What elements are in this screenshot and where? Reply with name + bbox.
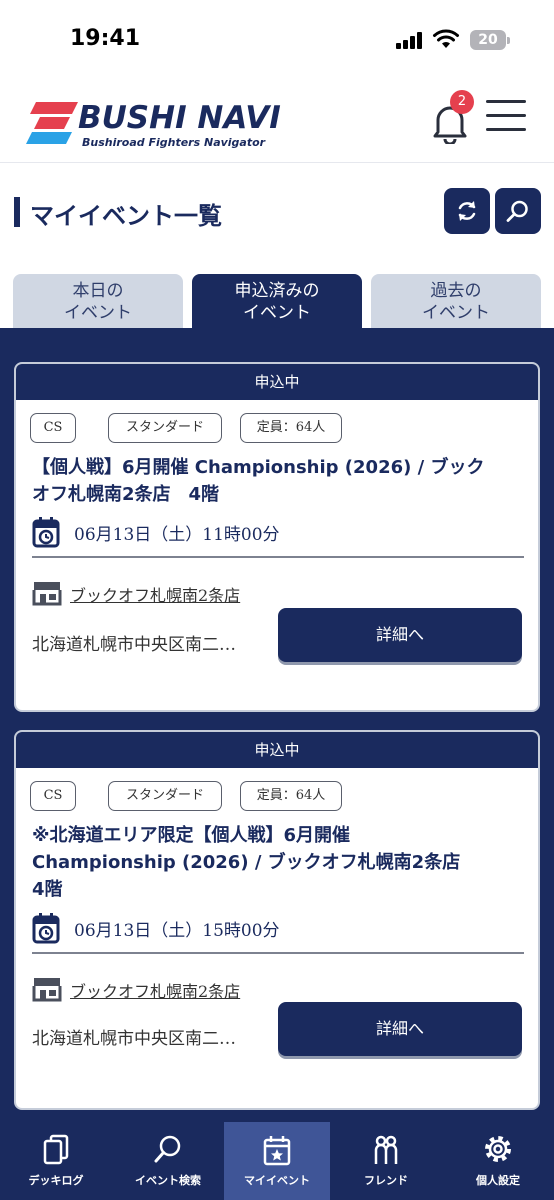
logo-mark-icon	[26, 102, 78, 144]
nav-label: デッキログ	[28, 1174, 84, 1187]
search-button[interactable]	[495, 188, 541, 234]
event-datetime-text: 06月13日（土）15時00分	[74, 921, 280, 941]
hamburger-menu-icon[interactable]	[486, 96, 528, 136]
tag-capacity: 定員：64人	[240, 781, 342, 811]
calendar-clock-icon	[32, 913, 60, 944]
battery-level: 20	[478, 32, 498, 48]
status-time: 19:41	[70, 26, 141, 51]
bottom-navigation: デッキログ イベント検索 マイイベント フレンド 個人設定	[0, 1122, 554, 1200]
refresh-button[interactable]	[444, 188, 490, 234]
friends-icon	[374, 1135, 398, 1164]
battery-icon: 20	[470, 30, 510, 50]
event-title-line: 【個人戦】6月開催 Championship (2026) / ブック	[32, 457, 485, 478]
card-status-header: 申込中	[16, 732, 538, 768]
app-header: BUSHI NAVI Bushiroad Fighters Navigator …	[0, 80, 554, 162]
tag-capacity: 定員：64人	[240, 413, 342, 443]
event-title[interactable]: ※北海道エリア限定【個人戦】6月開催 Championship (2026) /…	[32, 822, 530, 903]
store-link[interactable]: ブックオフ札幌南2条店	[70, 978, 240, 1002]
search-icon	[154, 1135, 181, 1163]
tab-registered-events[interactable]: 申込済みの イベント	[192, 274, 362, 330]
tab-label-line1: 申込済みの	[234, 281, 320, 301]
store-icon	[32, 978, 62, 1002]
refresh-icon	[458, 201, 476, 221]
tab-past-events[interactable]: 過去の イベント	[371, 274, 541, 330]
deck-cards-icon	[43, 1134, 69, 1165]
logo-subtitle: Bushiroad Fighters Navigator	[82, 136, 266, 149]
nav-event-search[interactable]: イベント検索	[112, 1122, 224, 1200]
nav-label: フレンド	[364, 1174, 408, 1187]
notification-badge: 2	[450, 90, 474, 114]
tag-regulation: スタンダード	[108, 781, 222, 811]
nav-label: 個人設定	[476, 1174, 520, 1187]
page-title: マイイベント一覧	[30, 202, 222, 230]
detail-button[interactable]: 詳細へ	[278, 608, 522, 662]
event-title-line: 4階	[32, 879, 63, 900]
calendar-star-icon	[263, 1136, 291, 1166]
event-title-line: ※北海道エリア限定【個人戦】6月開催	[32, 825, 351, 846]
event-title-line: Championship (2026) / ブックオフ札幌南2条店	[32, 852, 461, 873]
tag-regulation: スタンダード	[108, 413, 222, 443]
tag-format: CS	[30, 413, 76, 443]
search-icon	[506, 200, 528, 222]
store-address: 北海道札幌市中央区南二…	[32, 1029, 236, 1049]
bushi-navi-logo[interactable]: BUSHI NAVI Bushiroad Fighters Navigator	[26, 96, 296, 152]
store-link[interactable]: ブックオフ札幌南2条店	[70, 582, 240, 606]
event-datetime-text: 06月13日（土）11時00分	[74, 525, 280, 545]
tab-label-line2: イベント	[422, 303, 490, 323]
card-divider	[32, 556, 524, 558]
store-address: 北海道札幌市中央区南二…	[32, 635, 236, 655]
event-card: 申込中 CS スタンダード 定員：64人 【個人戦】6月開催 Champions…	[14, 362, 540, 712]
event-card: 申込中 CS スタンダード 定員：64人 ※北海道エリア限定【個人戦】6月開催 …	[14, 730, 540, 1110]
card-divider	[32, 952, 524, 954]
store-icon	[32, 582, 62, 606]
nav-label: マイイベント	[244, 1174, 310, 1187]
tab-label-line2: イベント	[64, 303, 132, 323]
event-title[interactable]: 【個人戦】6月開催 Championship (2026) / ブック オフ札幌…	[32, 454, 530, 508]
tag-format: CS	[30, 781, 76, 811]
status-bar: 19:41 20	[0, 0, 554, 80]
nav-friends[interactable]: フレンド	[330, 1122, 442, 1200]
event-title-line: オフ札幌南2条店 4階	[32, 484, 220, 505]
tab-label-line2: イベント	[243, 303, 311, 323]
detail-button[interactable]: 詳細へ	[278, 1002, 522, 1056]
tab-today-events[interactable]: 本日の イベント	[13, 274, 183, 330]
nav-label: イベント検索	[135, 1174, 201, 1187]
logo-text: BUSHI NAVI	[78, 100, 281, 136]
title-accent-bar	[14, 197, 20, 227]
header-divider	[0, 162, 554, 163]
card-status-header: 申込中	[16, 364, 538, 400]
tab-label-line1: 本日の	[72, 281, 124, 301]
tab-label-line1: 過去の	[430, 281, 482, 301]
wifi-icon	[433, 29, 459, 48]
nav-settings[interactable]: 個人設定	[442, 1122, 554, 1200]
nav-my-events[interactable]: マイイベント	[224, 1122, 330, 1200]
calendar-clock-icon	[32, 517, 60, 548]
signal-icon	[396, 31, 426, 49]
nav-deck-log[interactable]: デッキログ	[0, 1122, 112, 1200]
gear-icon	[485, 1136, 511, 1162]
